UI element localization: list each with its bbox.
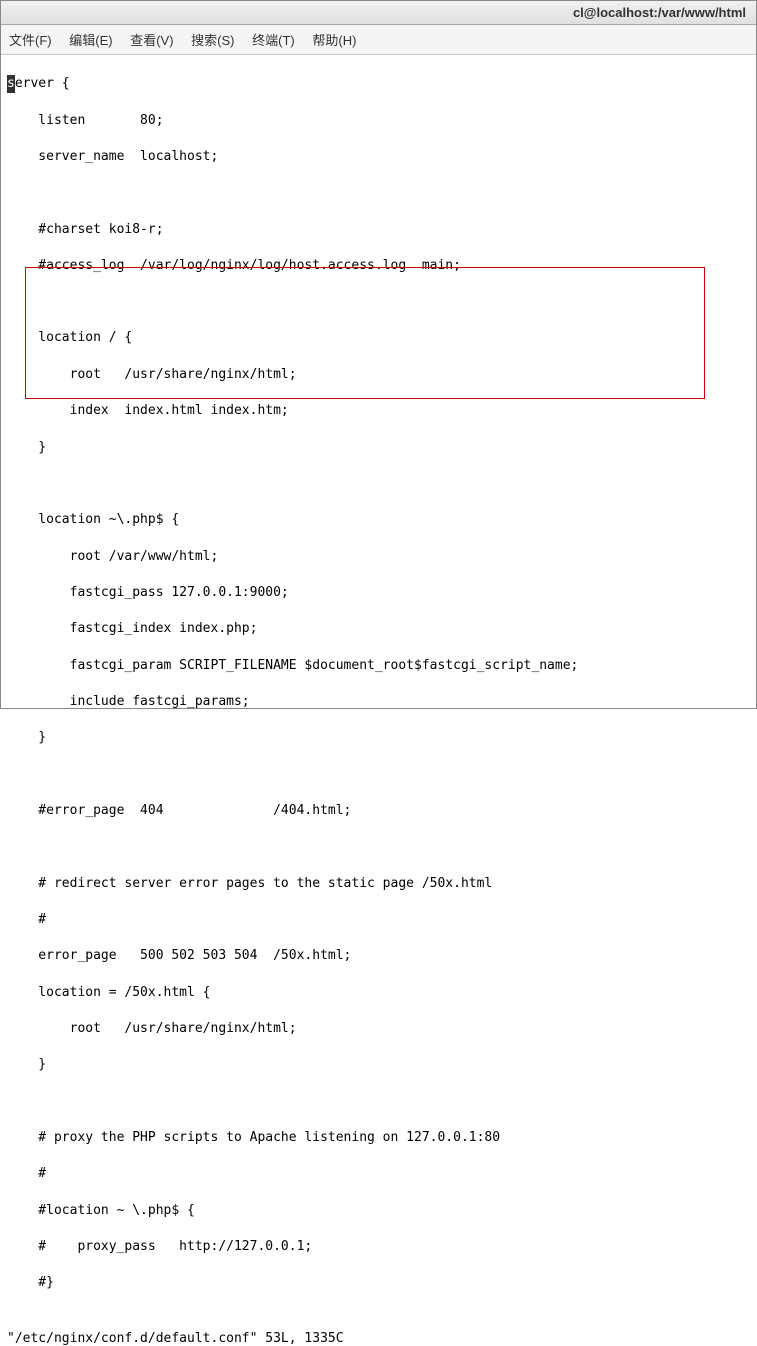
code-line [7, 184, 750, 202]
code-line: location / { [7, 329, 750, 347]
menu-search[interactable]: 搜索(S) [191, 30, 234, 49]
code-line [7, 766, 750, 784]
code-line: include fastcgi_params; [7, 693, 750, 711]
code-line: fastcgi_param SCRIPT_FILENAME $document_… [7, 657, 750, 675]
code-line: # redirect server error pages to the sta… [7, 875, 750, 893]
menu-bar: 文件(F) 编辑(E) 查看(V) 搜索(S) 终端(T) 帮助(H) [1, 25, 756, 55]
code-line: #} [7, 1274, 750, 1292]
code-line: index index.html index.htm; [7, 402, 750, 420]
code-line: #access_log /var/log/nginx/log/host.acce… [7, 257, 750, 275]
window-title-bar: cl@localhost:/var/www/html [1, 1, 756, 25]
code-line: # [7, 1165, 750, 1183]
code-line: #error_page 404 /404.html; [7, 802, 750, 820]
menu-view[interactable]: 查看(V) [130, 30, 173, 49]
menu-edit[interactable]: 编辑(E) [69, 30, 112, 49]
code-line: # [7, 911, 750, 929]
code-line: error_page 500 502 503 504 /50x.html; [7, 947, 750, 965]
code-line: } [7, 729, 750, 747]
menu-file[interactable]: 文件(F) [9, 30, 52, 49]
menu-help[interactable]: 帮助(H) [312, 30, 356, 49]
menu-terminal[interactable]: 终端(T) [252, 30, 295, 49]
code-line: } [7, 439, 750, 457]
code-line: #charset koi8-r; [7, 221, 750, 239]
code-line: server { [7, 75, 750, 93]
terminal-content[interactable]: server { listen 80; server_name localhos… [1, 55, 756, 1331]
code-line: # proxy_pass http://127.0.0.1; [7, 1238, 750, 1256]
code-line: root /usr/share/nginx/html; [7, 1020, 750, 1038]
code-line [7, 475, 750, 493]
code-line [7, 293, 750, 311]
code-line: fastcgi_index index.php; [7, 620, 750, 638]
code-line: fastcgi_pass 127.0.0.1:9000; [7, 584, 750, 602]
code-line [7, 838, 750, 856]
code-line: listen 80; [7, 112, 750, 130]
code-line: server_name localhost; [7, 148, 750, 166]
code-line: root /usr/share/nginx/html; [7, 366, 750, 384]
vim-status-line: "/etc/nginx/conf.d/default.conf" 53L, 13… [1, 1331, 756, 1346]
code-line: location ~\.php$ { [7, 511, 750, 529]
code-line: } [7, 1056, 750, 1074]
code-line: root /var/www/html; [7, 548, 750, 566]
window-title: cl@localhost:/var/www/html [573, 5, 746, 20]
cursor: s [7, 75, 15, 93]
code-line: location = /50x.html { [7, 984, 750, 1002]
code-line: # proxy the PHP scripts to Apache listen… [7, 1129, 750, 1147]
code-text: erver { [15, 76, 70, 91]
code-line [7, 1093, 750, 1111]
code-line: #location ~ \.php$ { [7, 1202, 750, 1220]
